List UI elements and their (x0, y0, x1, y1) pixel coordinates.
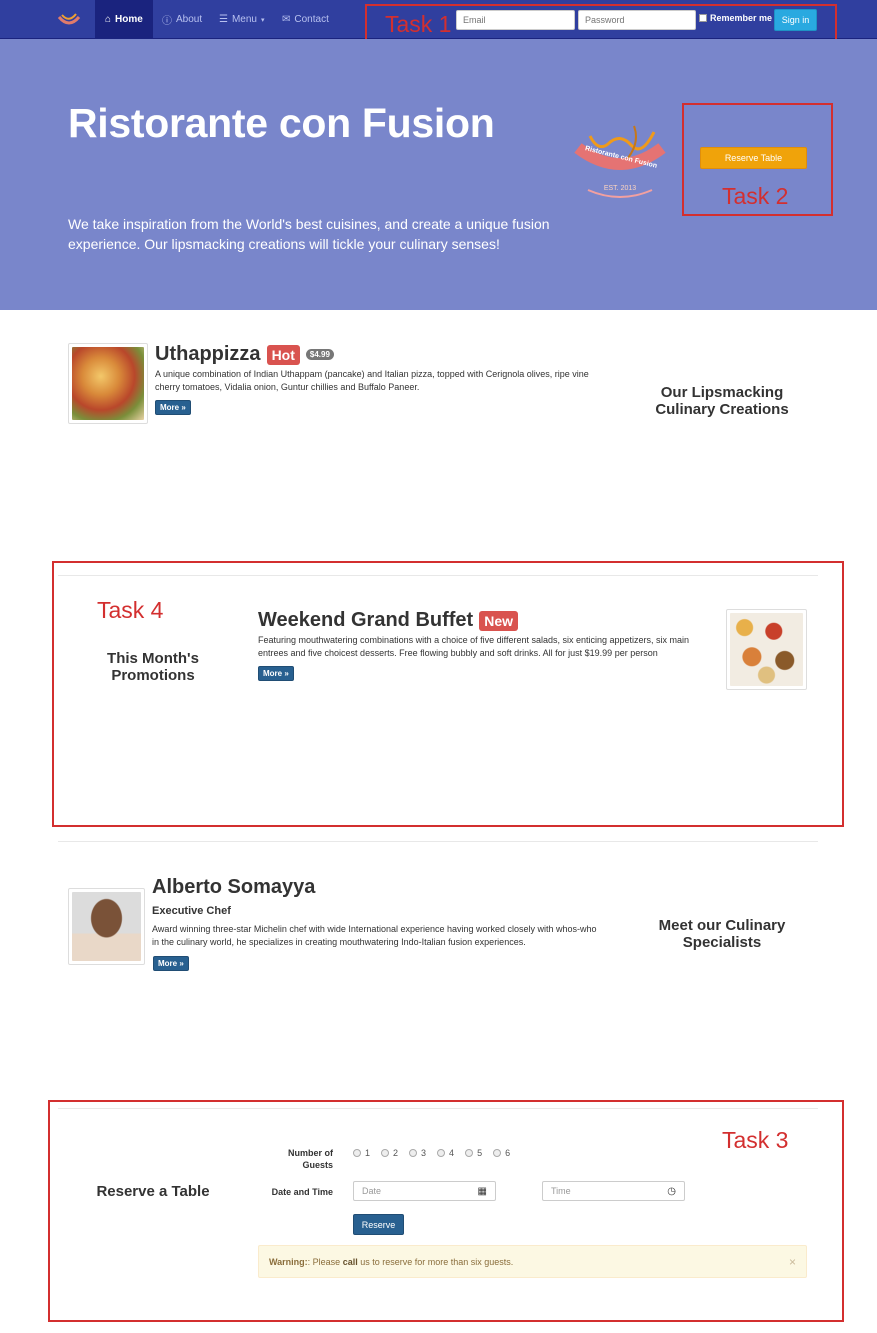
dish-name: Uthappizza (155, 343, 261, 365)
guest-option-4[interactable]: 4 (437, 1148, 454, 1158)
guest-option-2[interactable]: 2 (381, 1148, 398, 1158)
guests-label: Number of Guests (288, 1148, 333, 1170)
leader-description: Award winning three-star Michelin chef w… (152, 924, 597, 947)
promotion-more-button[interactable]: More » (258, 666, 294, 681)
time-input[interactable]: Time ◷ (542, 1181, 685, 1201)
task2-label: Task 2 (722, 183, 789, 209)
guest-option-5[interactable]: 5 (465, 1148, 482, 1158)
warning-message: Warning:: Please call us to reserve for … (269, 1256, 514, 1267)
warning-alert: Warning:: Please call us to reserve for … (258, 1245, 807, 1278)
promotion-description: Featuring mouthwatering combinations wit… (258, 635, 690, 658)
promotion-side-heading: This Month's Promotions (107, 650, 199, 684)
guest-option-1[interactable]: 1 (353, 1148, 370, 1158)
restaurant-logo: Ristorante con Fusion EST. 2013 (570, 118, 670, 202)
logo-est: EST. 2013 (603, 185, 637, 192)
nav-home[interactable]: ⌂ Home (95, 0, 153, 39)
guest-option-3[interactable]: 3 (409, 1148, 426, 1158)
divider (58, 841, 818, 842)
dish-description: A unique combination of Indian Uthappam … (155, 369, 589, 392)
guests-radio-group: 1 2 3 4 5 6 (353, 1148, 510, 1158)
task4-label: Task 4 (97, 597, 164, 623)
radio-button[interactable] (353, 1149, 361, 1157)
close-icon[interactable]: × (789, 1255, 796, 1269)
date-input[interactable]: Date ▦ (353, 1181, 496, 1201)
list-icon: ☰ (219, 14, 228, 25)
leader-side-heading: Meet our Culinary Specialists (658, 917, 786, 951)
radio-button[interactable] (409, 1149, 418, 1157)
reserve-side-heading: Reserve a Table (96, 1183, 210, 1200)
radio-button[interactable] (493, 1149, 502, 1157)
caret-down-icon: ▾ (260, 16, 265, 24)
nav-about[interactable]: ⓘ About (152, 0, 212, 39)
radio-button[interactable] (465, 1149, 474, 1157)
task4-annotation-box (52, 561, 844, 827)
calendar-icon[interactable]: ▦ (478, 1186, 487, 1197)
leader-name: Alberto Somayya (152, 876, 316, 898)
home-icon: ⌂ (105, 14, 112, 25)
promotion-name: Weekend Grand Buffet (258, 609, 474, 631)
info-icon: ⓘ (162, 16, 172, 27)
task3-label: Task 3 (722, 1127, 789, 1153)
price-badge: $4.99 (305, 349, 334, 360)
clock-icon[interactable]: ◷ (667, 1186, 676, 1197)
leader-more-button[interactable]: More » (153, 956, 189, 971)
radio-button[interactable] (381, 1149, 390, 1157)
hot-badge: Hot (266, 344, 300, 365)
reserve-submit-button[interactable]: Reserve (353, 1214, 404, 1235)
datetime-label: Date and Time (271, 1187, 333, 1197)
dish-side-heading: Our Lipsmacking Culinary Creations (655, 384, 789, 418)
new-badge: New (479, 610, 519, 631)
radio-button[interactable] (437, 1149, 446, 1157)
promotion-image (726, 609, 807, 690)
nav-contact[interactable]: ✉ Contact (272, 0, 339, 39)
guest-option-6[interactable]: 6 (493, 1148, 510, 1158)
jumbotron-text: We take inspiration from the World's bes… (68, 216, 550, 252)
envelope-icon: ✉ (282, 14, 291, 25)
promotion-heading: Weekend Grand Buffet New (258, 609, 519, 632)
page-title: Ristorante con Fusion (68, 100, 495, 146)
dish-more-button[interactable]: More » (155, 400, 191, 415)
dish-heading: Uthappizza Hot $4.99 (155, 343, 334, 366)
brand-logo[interactable] (56, 9, 82, 31)
leader-role: Executive Chef (152, 905, 231, 917)
chef-photo (68, 888, 145, 965)
nav-menu[interactable]: ☰ Menu ▾ (209, 0, 275, 39)
task1-label: Task 1 (385, 11, 452, 37)
dish-image (68, 343, 148, 424)
